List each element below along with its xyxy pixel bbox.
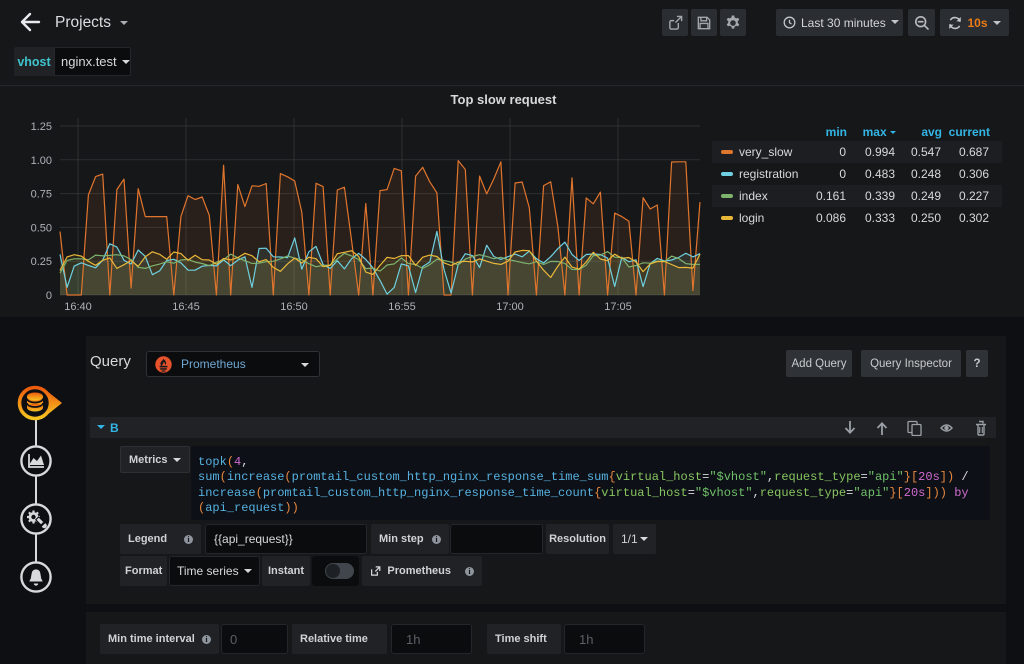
- svg-text:0.25: 0.25: [31, 256, 52, 268]
- svg-text:16:50: 16:50: [280, 301, 308, 313]
- svg-text:16:40: 16:40: [64, 301, 92, 313]
- svg-text:1.00: 1.00: [31, 155, 52, 167]
- svg-text:0.50: 0.50: [31, 222, 52, 234]
- svg-text:0: 0: [46, 290, 52, 302]
- svg-text:1.25: 1.25: [31, 121, 52, 133]
- svg-text:17:05: 17:05: [604, 301, 632, 313]
- svg-text:0.75: 0.75: [31, 189, 52, 201]
- svg-text:16:55: 16:55: [388, 301, 416, 313]
- svg-text:17:00: 17:00: [496, 301, 524, 313]
- svg-text:16:45: 16:45: [172, 301, 200, 313]
